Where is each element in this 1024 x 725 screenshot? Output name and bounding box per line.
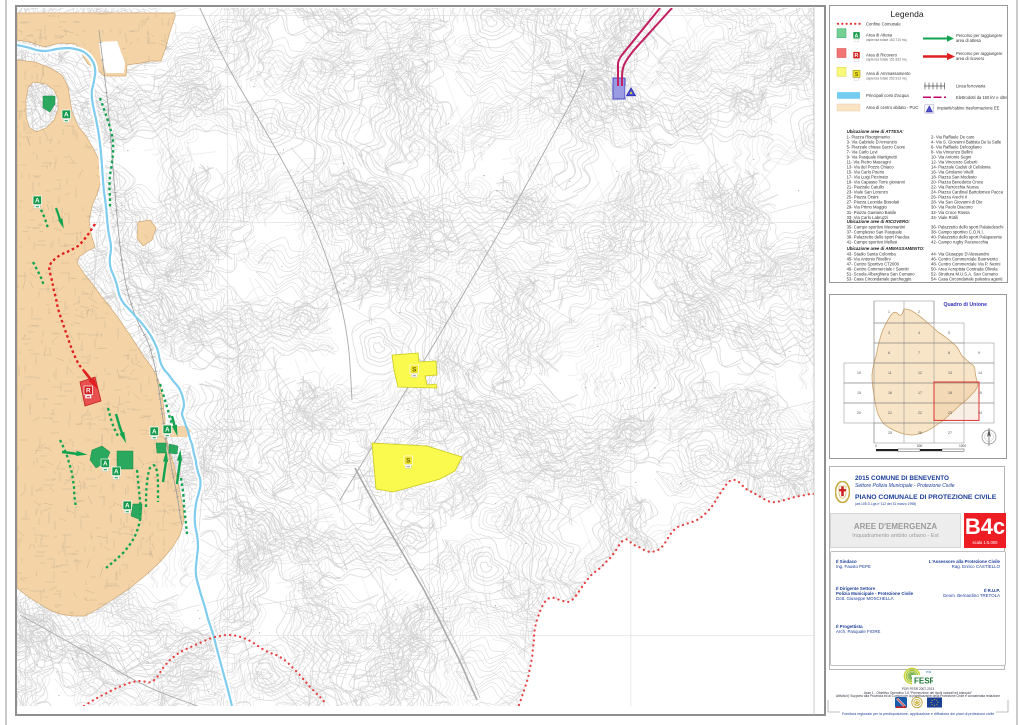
svg-text:16: 16 bbox=[888, 391, 892, 395]
svg-text:12: 12 bbox=[918, 371, 922, 375]
svg-text:3: 3 bbox=[888, 331, 890, 335]
svg-text:22: 22 bbox=[918, 411, 922, 415]
svg-text:Area di Attesa: Area di Attesa bbox=[866, 33, 893, 38]
svg-text:Linea ferroviaria: Linea ferroviaria bbox=[956, 84, 986, 89]
svg-text:9: 9 bbox=[978, 351, 980, 355]
svg-text:A: A bbox=[125, 503, 130, 510]
svg-text:Principali corsi d'acqua: Principali corsi d'acqua bbox=[866, 93, 909, 98]
svg-text:11: 11 bbox=[888, 371, 892, 375]
svg-text:Impianti/cabine trasformazione: Impianti/cabine trasformazione EE bbox=[937, 106, 1000, 111]
svg-text:21: 21 bbox=[888, 411, 892, 415]
svg-text:24: 24 bbox=[978, 411, 982, 415]
svg-text:capienza totale 252.913 mq: capienza totale 252.913 mq bbox=[866, 76, 907, 80]
svg-text:A: A bbox=[165, 427, 170, 434]
svg-text:area di attesa: area di attesa bbox=[956, 38, 982, 43]
svg-text:26: 26 bbox=[918, 431, 922, 435]
svg-text:53- Casa Circondariale parcheg: 53- Casa Circondariale parcheggio bbox=[847, 276, 912, 281]
svg-text:Confine Comunale: Confine Comunale bbox=[866, 22, 901, 27]
svg-text:2: 2 bbox=[918, 310, 920, 314]
svg-text:8: 8 bbox=[948, 351, 950, 355]
svg-text:A: A bbox=[35, 198, 40, 205]
svg-text:A: A bbox=[64, 112, 69, 119]
svg-text:Area di centro abitato - PUC: Area di centro abitato - PUC bbox=[866, 105, 918, 110]
svg-text:500: 500 bbox=[917, 444, 923, 448]
svg-text:S: S bbox=[412, 367, 417, 374]
svg-text:A: A bbox=[855, 33, 859, 39]
svg-text:34- Viale Rotili: 34- Viale Rotili bbox=[931, 215, 958, 220]
svg-text:A: A bbox=[152, 429, 157, 436]
svg-text:42- Campo rugby Pacevecchia: 42- Campo rugby Pacevecchia bbox=[931, 240, 989, 245]
svg-text:area di ricovero: area di ricovero bbox=[956, 56, 985, 61]
svg-text:Ubicazione aree di AMMASSAMENT: Ubicazione aree di AMMASSAMENTO: bbox=[847, 246, 925, 251]
svg-text:15: 15 bbox=[857, 391, 861, 395]
svg-text:5: 5 bbox=[948, 331, 950, 335]
svg-text:7: 7 bbox=[918, 351, 920, 355]
svg-text:20: 20 bbox=[857, 411, 861, 415]
svg-text:S: S bbox=[855, 72, 859, 78]
svg-text:14: 14 bbox=[978, 371, 982, 375]
svg-text:Ubicazione aree di ATTESA:: Ubicazione aree di ATTESA: bbox=[847, 129, 905, 134]
svg-text:4: 4 bbox=[918, 331, 920, 335]
svg-text:S: S bbox=[406, 458, 411, 465]
svg-text:27: 27 bbox=[948, 431, 952, 435]
svg-text:19: 19 bbox=[978, 391, 982, 395]
svg-text:Area di Ammassamento: Area di Ammassamento bbox=[866, 71, 911, 76]
svg-text:17: 17 bbox=[918, 391, 922, 395]
svg-text:R: R bbox=[855, 53, 859, 59]
svg-text:6: 6 bbox=[888, 351, 890, 355]
svg-text:R: R bbox=[86, 388, 91, 395]
svg-text:capienza totale 152.710 mq: capienza totale 152.710 mq bbox=[866, 38, 907, 42]
svg-text:0: 0 bbox=[875, 444, 877, 448]
svg-text:10: 10 bbox=[857, 371, 861, 375]
svg-text:A: A bbox=[114, 469, 119, 476]
svg-text:Quadro di Unione: Quadro di Unione bbox=[943, 302, 987, 308]
svg-text:1: 1 bbox=[888, 310, 890, 314]
svg-text:41- Campo sportivo Mellusi: 41- Campo sportivo Mellusi bbox=[847, 240, 898, 245]
svg-text:Ubicazione aree di RICOVERO:: Ubicazione aree di RICOVERO: bbox=[847, 219, 911, 224]
svg-text:capienza totale 151.833 mq: capienza totale 151.833 mq bbox=[866, 58, 907, 62]
svg-text:23: 23 bbox=[948, 411, 952, 415]
svg-text:25: 25 bbox=[888, 431, 892, 435]
svg-text:FESR: FESR bbox=[914, 677, 933, 686]
svg-text:13: 13 bbox=[948, 371, 952, 375]
svg-text:A: A bbox=[103, 461, 108, 468]
svg-text:POR: POR bbox=[926, 671, 931, 674]
svg-text:1000: 1000 bbox=[959, 444, 966, 448]
svg-text:Legenda: Legenda bbox=[890, 9, 923, 19]
svg-text:Elettrodotti da 150 kV e oltre: Elettrodotti da 150 kV e oltre bbox=[956, 95, 1007, 100]
svg-text:Area di Ricovero: Area di Ricovero bbox=[866, 52, 898, 57]
svg-text:18: 18 bbox=[948, 391, 952, 395]
svg-text:54- Casa Circondariale palestr: 54- Casa Circondariale palestra agenti bbox=[931, 276, 1003, 281]
